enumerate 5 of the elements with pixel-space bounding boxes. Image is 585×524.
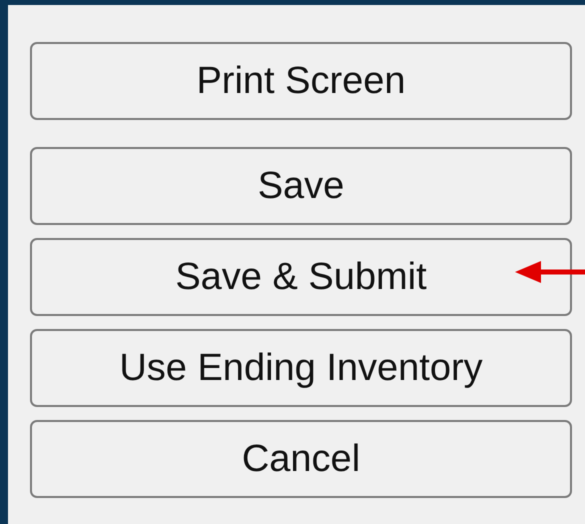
action-button[interactable]: Save [30, 147, 572, 225]
action-button[interactable]: Save & Submit [30, 238, 572, 316]
action-button[interactable]: Print Screen [30, 42, 572, 120]
action-button[interactable]: Use Ending Inventory [30, 329, 572, 407]
action-button[interactable]: Cancel [30, 420, 572, 498]
